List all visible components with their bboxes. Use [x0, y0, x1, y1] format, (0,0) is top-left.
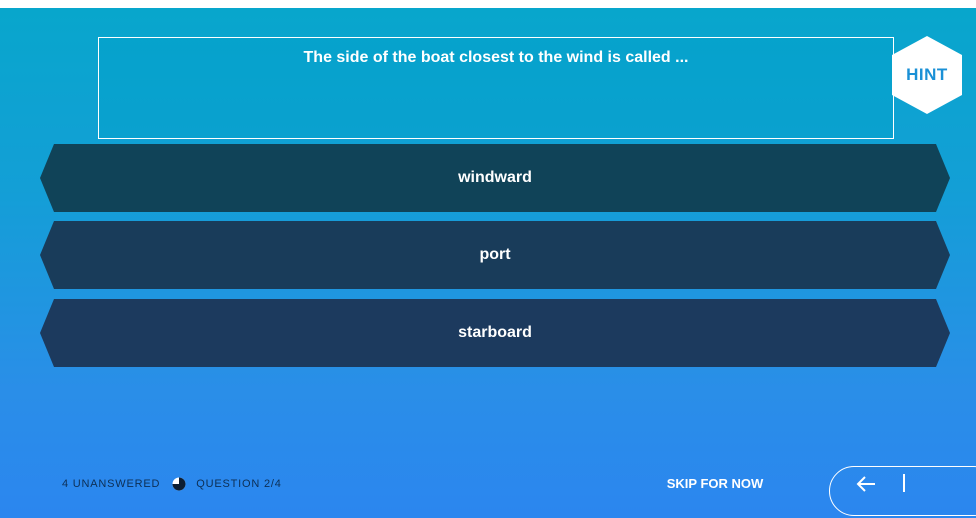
hint-label: HINT — [906, 65, 948, 84]
answer-option-3[interactable]: starboard — [40, 299, 950, 367]
unanswered-count: 4 UNANSWERED — [62, 478, 161, 490]
hint-button[interactable]: HINT — [888, 34, 966, 116]
arrow-left-icon[interactable] — [855, 474, 877, 494]
question-counter: QUESTION 2/4 — [196, 478, 282, 490]
answer-option-1[interactable]: windward — [40, 144, 950, 212]
answer-option-1-label: windward — [458, 169, 532, 186]
answer-option-2[interactable]: port — [40, 221, 950, 289]
quiz-screen: The side of the boat closest to the wind… — [0, 0, 976, 518]
question-text: The side of the boat closest to the wind… — [303, 49, 689, 66]
question-box: The side of the boat closest to the wind… — [98, 37, 894, 139]
pie-progress-icon — [172, 477, 186, 491]
answer-option-3-label: starboard — [458, 324, 532, 341]
quiz-panel: The side of the boat closest to the wind… — [0, 8, 976, 518]
progress-status: 4 UNANSWERED QUESTION 2/4 — [62, 474, 282, 494]
nav-divider — [903, 474, 905, 492]
skip-for-now-button[interactable]: SKIP FOR NOW — [640, 474, 790, 494]
answer-option-2-label: port — [479, 246, 511, 263]
